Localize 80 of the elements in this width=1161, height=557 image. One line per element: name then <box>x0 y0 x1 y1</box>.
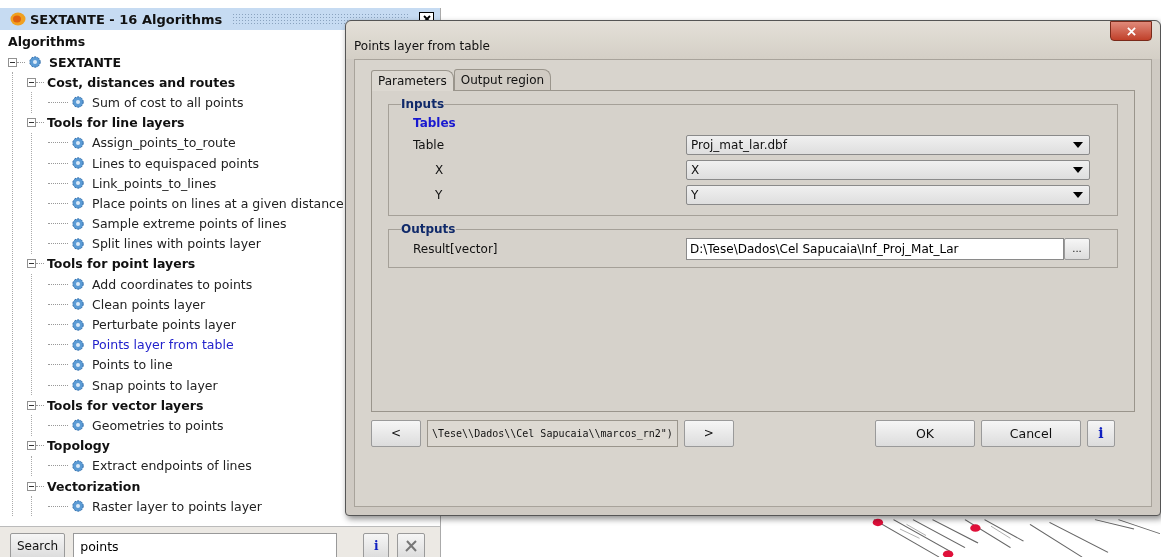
gear-icon <box>71 236 85 251</box>
tree-group[interactable]: Tools for vector layers <box>47 397 204 413</box>
collapse-icon[interactable] <box>27 259 36 269</box>
tree-item[interactable]: Perturbate points layer <box>92 317 236 333</box>
panel-title: SEXTANTE - 16 Algorithms <box>30 11 223 27</box>
tab[interactable]: Parameters <box>371 70 454 91</box>
close-icon <box>1126 26 1136 36</box>
field-label: X <box>434 162 445 177</box>
tree-item[interactable]: Snap points to layer <box>92 377 218 393</box>
gear-icon <box>71 378 85 393</box>
dialog-title: Points layer from table <box>354 39 490 53</box>
dropdown-arrow-icon <box>1073 141 1083 148</box>
ok-button[interactable]: OK <box>875 419 975 447</box>
tree-item[interactable]: Assign_points_to_route <box>92 135 236 151</box>
info-button[interactable]: i <box>1087 419 1115 447</box>
gear-icon <box>71 357 85 372</box>
dropdown[interactable]: Y <box>686 184 1090 205</box>
gear-icon <box>71 418 85 433</box>
field-label: Result[vector] <box>412 241 499 256</box>
tree-group[interactable]: SEXTANTE <box>49 54 121 70</box>
tree-item[interactable]: Raster layer to points layer <box>92 498 262 514</box>
tree-item[interactable]: Clean points layer <box>92 296 206 312</box>
gear-icon <box>71 196 85 211</box>
group-legend: Outputs <box>401 222 456 236</box>
collapse-icon[interactable] <box>8 57 17 67</box>
field-label: Table <box>412 137 446 152</box>
dropdown[interactable]: X <box>686 159 1090 180</box>
gear-icon <box>71 95 85 110</box>
tree-group[interactable]: Vectorization <box>47 478 141 494</box>
command-text: \Tese\\Dados\\Cel Sapucaia\\marcos_rn2") <box>427 419 678 447</box>
previous-button[interactable]: < <box>371 419 421 447</box>
tree-item[interactable]: Points layer from table <box>92 337 234 353</box>
gear-icon <box>71 499 85 514</box>
tree-group[interactable]: Tools for line layers <box>47 115 185 131</box>
dropdown[interactable]: Proj_mat_lar.dbf <box>686 134 1090 155</box>
cancel-button[interactable]: Cancel <box>981 419 1081 447</box>
gear-icon <box>71 297 85 312</box>
tree-group[interactable]: Tools for point layers <box>47 256 196 272</box>
gear-icon <box>71 216 85 231</box>
gear-icon <box>71 317 85 332</box>
collapse-icon[interactable] <box>27 441 36 451</box>
tree-group[interactable]: Cost, distances and routes <box>47 74 236 90</box>
collapse-icon[interactable] <box>27 77 36 87</box>
collapse-icon[interactable] <box>27 481 36 491</box>
collapse-icon[interactable] <box>27 118 36 128</box>
gear-icon <box>71 337 85 352</box>
next-button[interactable]: > <box>683 419 734 447</box>
tab[interactable]: Output region <box>453 69 552 90</box>
gear-icon <box>71 277 85 292</box>
tree-item[interactable]: Extract endpoints of lines <box>92 458 252 474</box>
field-label: Y <box>434 187 444 202</box>
tree-item[interactable]: Place points on lines at a given distance <box>92 195 344 211</box>
search-field[interactable]: points <box>73 533 338 557</box>
tree-item[interactable]: Split lines with points layer <box>92 236 261 252</box>
tree-item[interactable]: Add coordinates to points <box>92 276 253 292</box>
gear-icon <box>71 156 85 171</box>
tree-item[interactable]: Lines to equispaced points <box>92 155 260 171</box>
gear-icon <box>71 135 85 150</box>
gear-icon <box>71 176 85 191</box>
group-legend: Inputs <box>401 97 445 111</box>
close-button[interactable] <box>1110 21 1152 41</box>
dropdown-arrow-icon <box>1073 166 1083 173</box>
tree-group[interactable]: Topology <box>47 438 110 454</box>
search-button[interactable]: Search <box>10 533 66 557</box>
tree-item[interactable]: Geometries to points <box>92 417 224 433</box>
tree-item[interactable]: Sample extreme points of lines <box>92 216 287 232</box>
tree-item[interactable]: Sum of cost to all points <box>92 94 244 110</box>
dropdown-arrow-icon <box>1073 191 1083 198</box>
tree-item[interactable]: Points to line <box>92 357 173 373</box>
info-button[interactable]: i <box>363 533 390 557</box>
gear-icon <box>28 55 42 70</box>
output-path-field[interactable]: D:\Tese\Dados\Cel Sapucaia\Inf_Proj_Mat_Lar <box>686 237 1064 260</box>
app-logo-icon <box>10 12 26 26</box>
gear-icon <box>71 458 85 473</box>
tree-item[interactable]: Link_points_to_lines <box>92 175 217 191</box>
section-heading: Tables <box>412 115 457 132</box>
collapse-icon[interactable] <box>27 400 36 410</box>
tree-heading: Algorithms <box>8 33 86 51</box>
browse-button[interactable]: ... <box>1064 237 1090 260</box>
tools-button[interactable] <box>397 533 426 557</box>
